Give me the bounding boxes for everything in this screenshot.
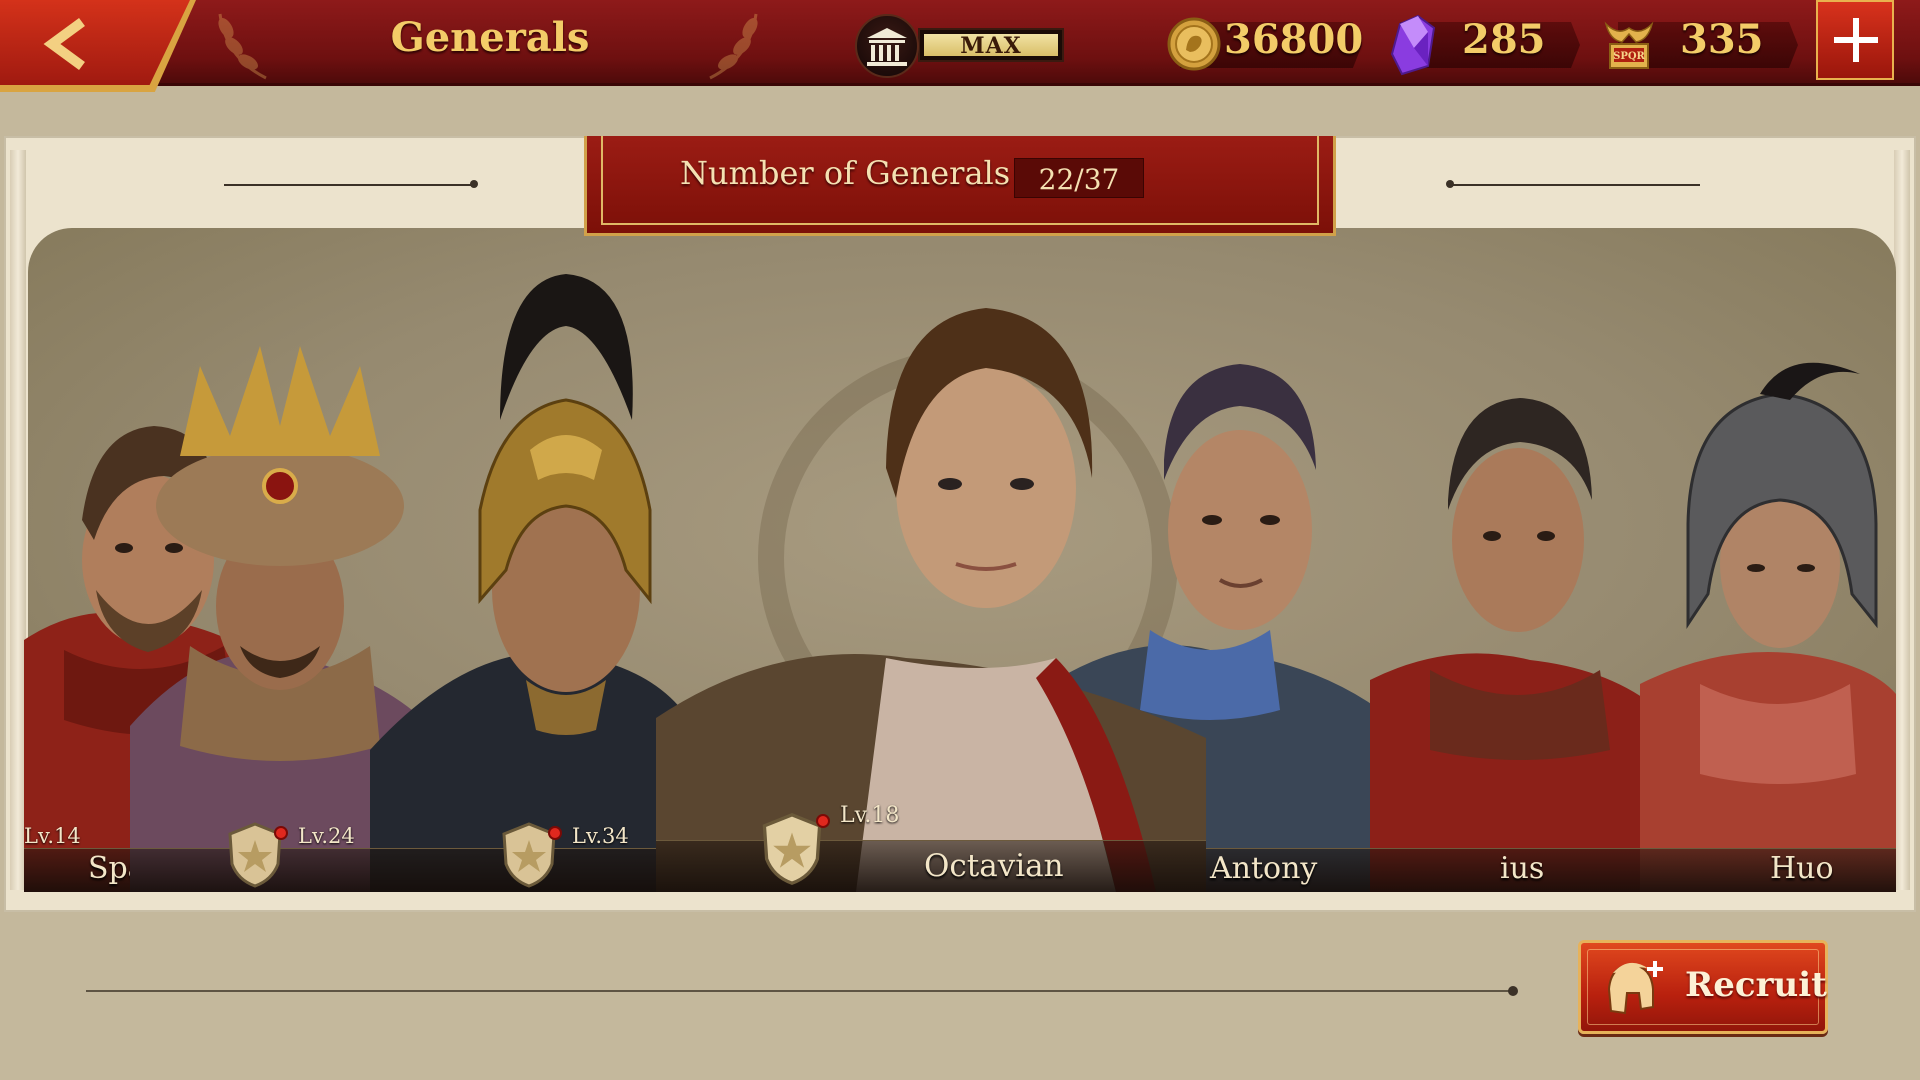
general-name: Octavian	[924, 848, 1064, 884]
gem-value: 285	[1462, 16, 1546, 63]
general-card-huo[interactable]: Huo	[1640, 354, 1896, 892]
header-rule-left-dot	[470, 180, 478, 188]
general-level: Lv.34	[572, 824, 629, 848]
general-name: ius	[1500, 851, 1545, 886]
svg-text:SPQR: SPQR	[1613, 51, 1645, 62]
general-portrait-ius	[1370, 398, 1670, 892]
general-card-plumed-helmet[interactable]: Lv.34	[370, 270, 700, 892]
gold-value: 36800	[1224, 16, 1364, 63]
general-portrait-octavian	[656, 308, 1206, 892]
footer-rule-dot	[1508, 986, 1518, 996]
general-level: Lv.24	[298, 824, 355, 848]
general-level: Lv.18	[840, 803, 900, 828]
building-level-text: MAX	[960, 33, 1022, 59]
generals-count-label: Number of Generals	[680, 154, 1011, 192]
honor-value: 335	[1680, 16, 1764, 63]
back-arrow-icon	[43, 17, 85, 71]
general-portrait-huo	[1640, 362, 1896, 892]
purple-gem-icon	[1390, 14, 1436, 76]
recruit-label: Recruit	[1685, 965, 1827, 1005]
general-nameplate	[1640, 848, 1896, 892]
generals-count-value: 22/37	[1014, 158, 1144, 198]
spartan-helmet-plus-icon	[1607, 961, 1663, 1015]
general-portrait-plumed-helmet	[370, 274, 700, 892]
gold-coin-icon	[1167, 17, 1221, 71]
laurel-left-icon	[218, 13, 267, 80]
general-card-octavian[interactable]: Lv.18 Octavian	[656, 298, 1206, 892]
page-title: Generals	[390, 14, 590, 61]
temple-icon	[867, 28, 907, 66]
spqr-eagle-icon: SPQR	[1604, 21, 1654, 69]
building-level-bar: MAX	[918, 28, 1064, 62]
notification-dot	[548, 826, 562, 840]
general-card-ius[interactable]: ius	[1370, 390, 1670, 892]
star-rank-badge-icon	[762, 813, 822, 885]
add-resources-button[interactable]	[1816, 0, 1894, 80]
footer-rule	[86, 990, 1514, 992]
general-name: Antony	[1210, 851, 1318, 886]
general-name: Huo	[1770, 851, 1834, 886]
temple-building-button[interactable]	[855, 14, 919, 78]
header-rule-right-dot	[1446, 180, 1454, 188]
top-bar: Generals MAX 36800 285 SPQR 335	[0, 0, 1920, 92]
recruit-button[interactable]: Recruit	[1578, 940, 1828, 1034]
laurel-right-icon	[709, 13, 758, 80]
general-level: Lv.14	[24, 824, 81, 848]
notification-dot	[274, 826, 288, 840]
header-rule-left	[224, 184, 474, 186]
header-rule-right	[1450, 184, 1700, 186]
right-pillar	[1894, 150, 1910, 890]
notification-dot	[816, 814, 830, 828]
